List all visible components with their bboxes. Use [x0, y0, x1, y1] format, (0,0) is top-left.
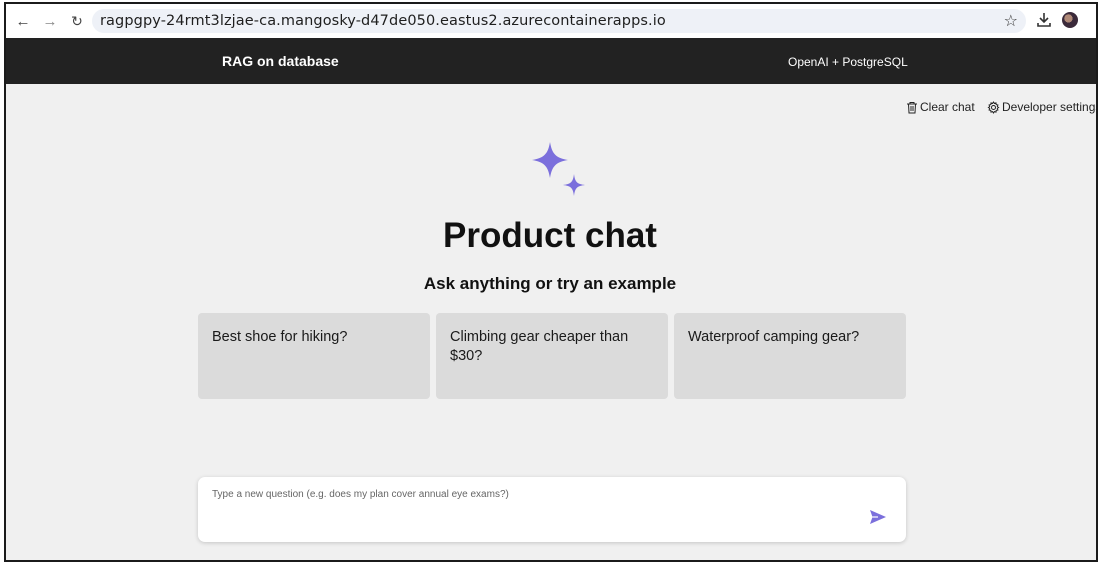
page-title: Product chat — [443, 216, 657, 255]
arrow-right-icon[interactable]: → — [38, 9, 62, 33]
arrow-left-icon[interactable]: ← — [11, 9, 35, 33]
example-button[interactable]: Climbing gear cheaper than $30? — [436, 313, 668, 399]
app-header: RAG on database OpenAI + PostgreSQL — [6, 38, 1096, 84]
developer-settings-label: Developer settings — [1002, 100, 1098, 114]
trash-icon — [907, 101, 917, 113]
question-box — [198, 477, 906, 542]
send-icon[interactable] — [868, 507, 888, 527]
sparkle-icon — [532, 142, 585, 196]
app-subtitle: OpenAI + PostgreSQL — [788, 55, 908, 69]
more-vertical-icon[interactable]: ⋮ — [1092, 11, 1096, 29]
reload-icon[interactable]: ↻ — [65, 9, 89, 33]
example-button[interactable]: Best shoe for hiking? — [198, 313, 430, 399]
gear-icon — [987, 100, 1000, 114]
developer-settings-button[interactable]: Developer settings — [987, 100, 1098, 114]
question-input[interactable] — [212, 489, 852, 529]
page-subtitle: Ask anything or try an example — [423, 274, 677, 293]
app-title[interactable]: RAG on database — [222, 53, 339, 69]
browser-toolbar: ← → ↻ ragpgpy-24rmt3lzjae-ca.mangosky-d4… — [6, 4, 1096, 38]
example-button[interactable]: Waterproof camping gear? — [674, 313, 906, 399]
address-bar[interactable]: ragpgpy-24rmt3lzjae-ca.mangosky-d47de050… — [92, 9, 1026, 33]
clear-chat-label: Clear chat — [920, 100, 975, 114]
clear-chat-button[interactable]: Clear chat — [906, 100, 975, 114]
star-icon[interactable]: ☆ — [1004, 11, 1018, 31]
url-text[interactable]: ragpgpy-24rmt3lzjae-ca.mangosky-d47de050… — [100, 13, 666, 29]
download-icon[interactable] — [1036, 11, 1052, 29]
avatar[interactable] — [1062, 12, 1078, 28]
example-list: Best shoe for hiking? Climbing gear chea… — [198, 313, 906, 399]
